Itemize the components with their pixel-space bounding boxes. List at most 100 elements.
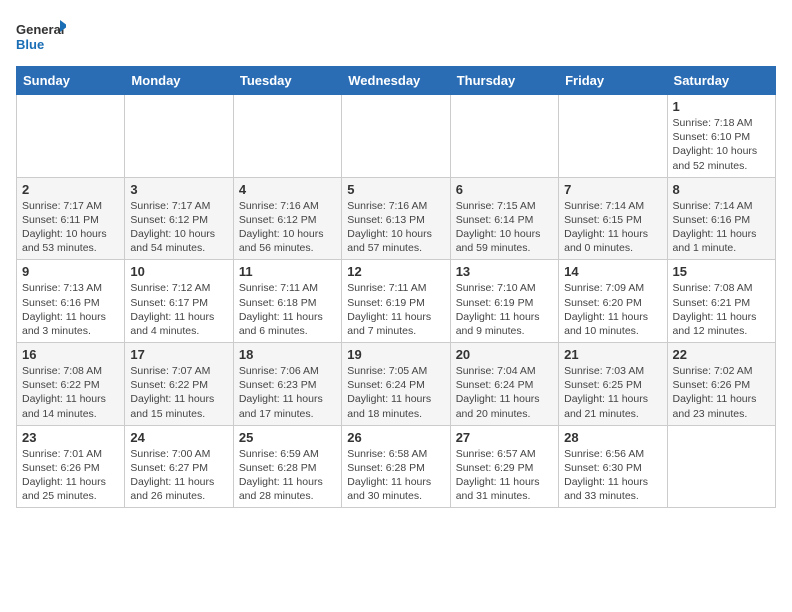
calendar-cell: 13 Sunrise: 7:10 AM Sunset: 6:19 PM Dayli… [450, 260, 558, 343]
day-number: 23 [22, 430, 119, 445]
calendar-cell: 24 Sunrise: 7:00 AM Sunset: 6:27 PM Dayli… [125, 425, 233, 508]
day-info: Sunrise: 7:07 AM Sunset: 6:22 PM Dayligh… [130, 364, 227, 421]
page-header: General Blue [16, 16, 776, 56]
calendar-cell: 6 Sunrise: 7:15 AM Sunset: 6:14 PM Daylig… [450, 177, 558, 260]
day-info: Sunrise: 7:09 AM Sunset: 6:20 PM Dayligh… [564, 281, 661, 338]
day-info: Sunrise: 6:59 AM Sunset: 6:28 PM Dayligh… [239, 447, 336, 504]
day-number: 2 [22, 182, 119, 197]
calendar-cell: 27 Sunrise: 6:57 AM Sunset: 6:29 PM Dayli… [450, 425, 558, 508]
calendar-cell: 22 Sunrise: 7:02 AM Sunset: 6:26 PM Dayli… [667, 343, 775, 426]
calendar-row: 1 Sunrise: 7:18 AM Sunset: 6:10 PM Daylig… [17, 95, 776, 178]
calendar-cell: 3 Sunrise: 7:17 AM Sunset: 6:12 PM Daylig… [125, 177, 233, 260]
day-info: Sunrise: 7:18 AM Sunset: 6:10 PM Dayligh… [673, 116, 770, 173]
calendar-cell: 25 Sunrise: 6:59 AM Sunset: 6:28 PM Dayli… [233, 425, 341, 508]
calendar-cell: 20 Sunrise: 7:04 AM Sunset: 6:24 PM Dayli… [450, 343, 558, 426]
calendar-cell [559, 95, 667, 178]
day-number: 28 [564, 430, 661, 445]
day-number: 15 [673, 264, 770, 279]
day-number: 4 [239, 182, 336, 197]
day-number: 3 [130, 182, 227, 197]
calendar-cell: 23 Sunrise: 7:01 AM Sunset: 6:26 PM Dayli… [17, 425, 125, 508]
calendar-cell: 28 Sunrise: 6:56 AM Sunset: 6:30 PM Dayli… [559, 425, 667, 508]
calendar-cell: 8 Sunrise: 7:14 AM Sunset: 6:16 PM Daylig… [667, 177, 775, 260]
calendar-table: SundayMondayTuesdayWednesdayThursdayFrid… [16, 66, 776, 508]
day-number: 25 [239, 430, 336, 445]
calendar-cell: 5 Sunrise: 7:16 AM Sunset: 6:13 PM Daylig… [342, 177, 450, 260]
day-number: 7 [564, 182, 661, 197]
day-number: 13 [456, 264, 553, 279]
calendar-cell [450, 95, 558, 178]
day-info: Sunrise: 7:02 AM Sunset: 6:26 PM Dayligh… [673, 364, 770, 421]
day-number: 1 [673, 99, 770, 114]
calendar-row: 2Sunrise: 7:17 AM Sunset: 6:11 PM Daylig… [17, 177, 776, 260]
day-info: Sunrise: 7:14 AM Sunset: 6:16 PM Dayligh… [673, 199, 770, 256]
calendar-cell: 1 Sunrise: 7:18 AM Sunset: 6:10 PM Daylig… [667, 95, 775, 178]
day-info: Sunrise: 7:08 AM Sunset: 6:22 PM Dayligh… [22, 364, 119, 421]
day-info: Sunrise: 7:16 AM Sunset: 6:12 PM Dayligh… [239, 199, 336, 256]
day-number: 6 [456, 182, 553, 197]
weekday-header: Friday [559, 67, 667, 95]
day-number: 26 [347, 430, 444, 445]
day-info: Sunrise: 7:11 AM Sunset: 6:19 PM Dayligh… [347, 281, 444, 338]
logo: General Blue [16, 16, 66, 56]
calendar-cell [17, 95, 125, 178]
day-number: 12 [347, 264, 444, 279]
calendar-cell: 15 Sunrise: 7:08 AM Sunset: 6:21 PM Dayli… [667, 260, 775, 343]
day-info: Sunrise: 7:17 AM Sunset: 6:12 PM Dayligh… [130, 199, 227, 256]
day-info: Sunrise: 7:00 AM Sunset: 6:27 PM Dayligh… [130, 447, 227, 504]
calendar-row: 23 Sunrise: 7:01 AM Sunset: 6:26 PM Dayli… [17, 425, 776, 508]
svg-text:Blue: Blue [16, 37, 44, 52]
day-info: Sunrise: 7:05 AM Sunset: 6:24 PM Dayligh… [347, 364, 444, 421]
calendar-cell: 17 Sunrise: 7:07 AM Sunset: 6:22 PM Dayli… [125, 343, 233, 426]
calendar-row: 16Sunrise: 7:08 AM Sunset: 6:22 PM Dayli… [17, 343, 776, 426]
calendar-cell [342, 95, 450, 178]
day-info: Sunrise: 7:15 AM Sunset: 6:14 PM Dayligh… [456, 199, 553, 256]
day-number: 5 [347, 182, 444, 197]
day-number: 19 [347, 347, 444, 362]
calendar-cell [233, 95, 341, 178]
day-number: 24 [130, 430, 227, 445]
day-info: Sunrise: 6:56 AM Sunset: 6:30 PM Dayligh… [564, 447, 661, 504]
day-info: Sunrise: 7:01 AM Sunset: 6:26 PM Dayligh… [22, 447, 119, 504]
weekday-header: Wednesday [342, 67, 450, 95]
day-info: Sunrise: 7:04 AM Sunset: 6:24 PM Dayligh… [456, 364, 553, 421]
calendar-cell: 14 Sunrise: 7:09 AM Sunset: 6:20 PM Dayli… [559, 260, 667, 343]
calendar-cell [125, 95, 233, 178]
calendar-cell: 21 Sunrise: 7:03 AM Sunset: 6:25 PM Dayli… [559, 343, 667, 426]
weekday-header: Sunday [17, 67, 125, 95]
weekday-header: Monday [125, 67, 233, 95]
day-number: 21 [564, 347, 661, 362]
day-number: 27 [456, 430, 553, 445]
day-info: Sunrise: 7:08 AM Sunset: 6:21 PM Dayligh… [673, 281, 770, 338]
calendar-cell: 7 Sunrise: 7:14 AM Sunset: 6:15 PM Daylig… [559, 177, 667, 260]
calendar-cell: 11Sunrise: 7:11 AM Sunset: 6:18 PM Dayli… [233, 260, 341, 343]
day-info: Sunrise: 7:11 AM Sunset: 6:18 PM Dayligh… [239, 281, 336, 338]
calendar-cell [667, 425, 775, 508]
day-info: Sunrise: 7:03 AM Sunset: 6:25 PM Dayligh… [564, 364, 661, 421]
day-number: 17 [130, 347, 227, 362]
weekday-header: Saturday [667, 67, 775, 95]
day-info: Sunrise: 7:13 AM Sunset: 6:16 PM Dayligh… [22, 281, 119, 338]
calendar-row: 9Sunrise: 7:13 AM Sunset: 6:16 PM Daylig… [17, 260, 776, 343]
day-number: 8 [673, 182, 770, 197]
day-info: Sunrise: 7:06 AM Sunset: 6:23 PM Dayligh… [239, 364, 336, 421]
calendar-cell: 16Sunrise: 7:08 AM Sunset: 6:22 PM Dayli… [17, 343, 125, 426]
day-info: Sunrise: 7:16 AM Sunset: 6:13 PM Dayligh… [347, 199, 444, 256]
weekday-header: Tuesday [233, 67, 341, 95]
day-number: 20 [456, 347, 553, 362]
day-number: 14 [564, 264, 661, 279]
logo-svg: General Blue [16, 16, 66, 56]
calendar-cell: 26 Sunrise: 6:58 AM Sunset: 6:28 PM Dayli… [342, 425, 450, 508]
calendar-header-row: SundayMondayTuesdayWednesdayThursdayFrid… [17, 67, 776, 95]
calendar-cell: 18 Sunrise: 7:06 AM Sunset: 6:23 PM Dayli… [233, 343, 341, 426]
day-info: Sunrise: 6:58 AM Sunset: 6:28 PM Dayligh… [347, 447, 444, 504]
day-number: 22 [673, 347, 770, 362]
calendar-cell: 10Sunrise: 7:12 AM Sunset: 6:17 PM Dayli… [125, 260, 233, 343]
day-info: Sunrise: 6:57 AM Sunset: 6:29 PM Dayligh… [456, 447, 553, 504]
calendar-cell: 12 Sunrise: 7:11 AM Sunset: 6:19 PM Dayli… [342, 260, 450, 343]
day-info: Sunrise: 7:14 AM Sunset: 6:15 PM Dayligh… [564, 199, 661, 256]
svg-text:General: General [16, 22, 64, 37]
day-info: Sunrise: 7:10 AM Sunset: 6:19 PM Dayligh… [456, 281, 553, 338]
day-number: 18 [239, 347, 336, 362]
calendar-cell: 2Sunrise: 7:17 AM Sunset: 6:11 PM Daylig… [17, 177, 125, 260]
